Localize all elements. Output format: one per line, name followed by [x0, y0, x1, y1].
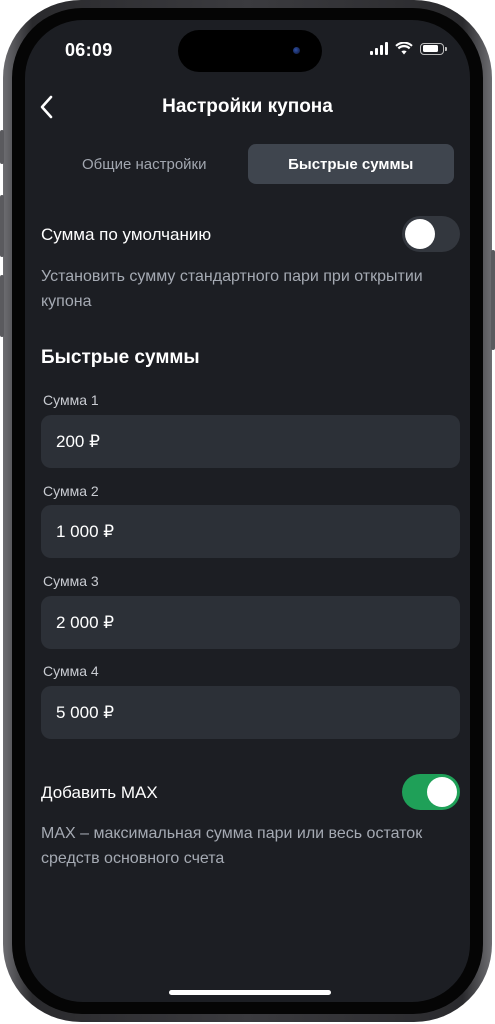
amount-1-input[interactable]: 200 ₽ — [41, 415, 460, 468]
amount-1-label: Сумма 1 — [43, 392, 99, 408]
battery-icon — [420, 42, 447, 55]
volume-down-button — [0, 275, 4, 337]
quick-amounts-title: Быстрые суммы — [41, 347, 200, 368]
tab-general-settings[interactable]: Общие настройки — [41, 144, 248, 184]
camera-icon — [293, 47, 300, 54]
phone-frame: 06:09 Настройки купона Общие настройки Б… — [0, 0, 495, 1022]
amount-2-label: Сумма 2 — [43, 483, 99, 499]
wifi-icon — [395, 42, 413, 55]
amount-4-label: Сумма 4 — [43, 663, 99, 679]
tab-quick-amounts[interactable]: Быстрые суммы — [247, 144, 454, 184]
default-amount-label: Сумма по умолчанию — [41, 225, 212, 244]
default-amount-description: Установить сумму стандартного пари при о… — [41, 268, 423, 310]
amount-3-input[interactable]: 2 000 ₽ — [41, 596, 460, 649]
amount-3-label: Сумма 3 — [43, 573, 99, 589]
signal-icon — [370, 42, 388, 55]
status-icons — [370, 42, 447, 55]
page-title: Настройки купона — [162, 96, 333, 117]
home-indicator[interactable] — [169, 990, 331, 995]
amount-4-input[interactable]: 5 000 ₽ — [41, 686, 460, 739]
power-button — [491, 250, 495, 350]
amount-2-input[interactable]: 1 000 ₽ — [41, 505, 460, 558]
add-max-toggle[interactable] — [402, 774, 460, 810]
screen: 06:09 Настройки купона Общие настройки Б… — [25, 20, 470, 1002]
add-max-description: MAX – максимальная сумма пари или весь о… — [41, 825, 423, 867]
segmented-control: Общие настройки Быстрые суммы — [41, 144, 454, 184]
status-time: 06:09 — [65, 40, 113, 60]
dynamic-island — [178, 30, 322, 72]
toggle-knob — [405, 219, 435, 249]
toggle-knob — [427, 777, 457, 807]
add-max-label: Добавить MAX — [41, 783, 158, 802]
volume-up-button — [0, 195, 4, 257]
default-amount-toggle[interactable] — [402, 216, 460, 252]
action-button — [0, 130, 4, 164]
header: Настройки купона — [25, 88, 470, 128]
